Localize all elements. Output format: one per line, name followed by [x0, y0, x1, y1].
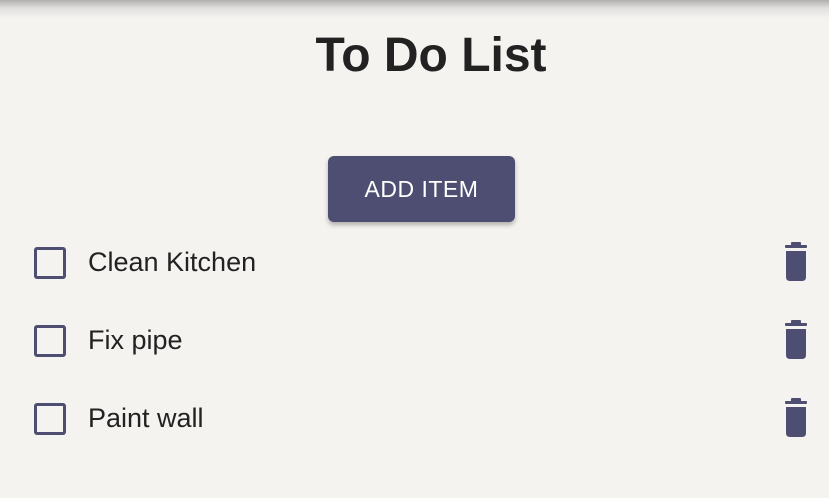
checkbox-unchecked-icon[interactable] — [34, 247, 66, 279]
item-label: Fix pipe — [88, 325, 183, 355]
list-item: Paint wall — [0, 380, 829, 458]
add-item-button[interactable]: ADD ITEM — [328, 156, 515, 222]
trash-icon[interactable] — [778, 320, 814, 360]
trash-icon[interactable] — [778, 242, 814, 282]
item-label: Paint wall — [88, 403, 204, 433]
top-shadow — [0, 0, 829, 18]
checkbox-unchecked-icon[interactable] — [34, 403, 66, 435]
page-title: To Do List — [315, 29, 547, 82]
trash-icon[interactable] — [778, 398, 814, 438]
todo-list: Clean Kitchen Fix pipe Paint wall — [0, 224, 829, 458]
list-item: Clean Kitchen — [0, 224, 829, 302]
item-label: Clean Kitchen — [88, 247, 257, 277]
checkbox-unchecked-icon[interactable] — [34, 325, 66, 357]
list-item: Fix pipe — [0, 302, 829, 380]
